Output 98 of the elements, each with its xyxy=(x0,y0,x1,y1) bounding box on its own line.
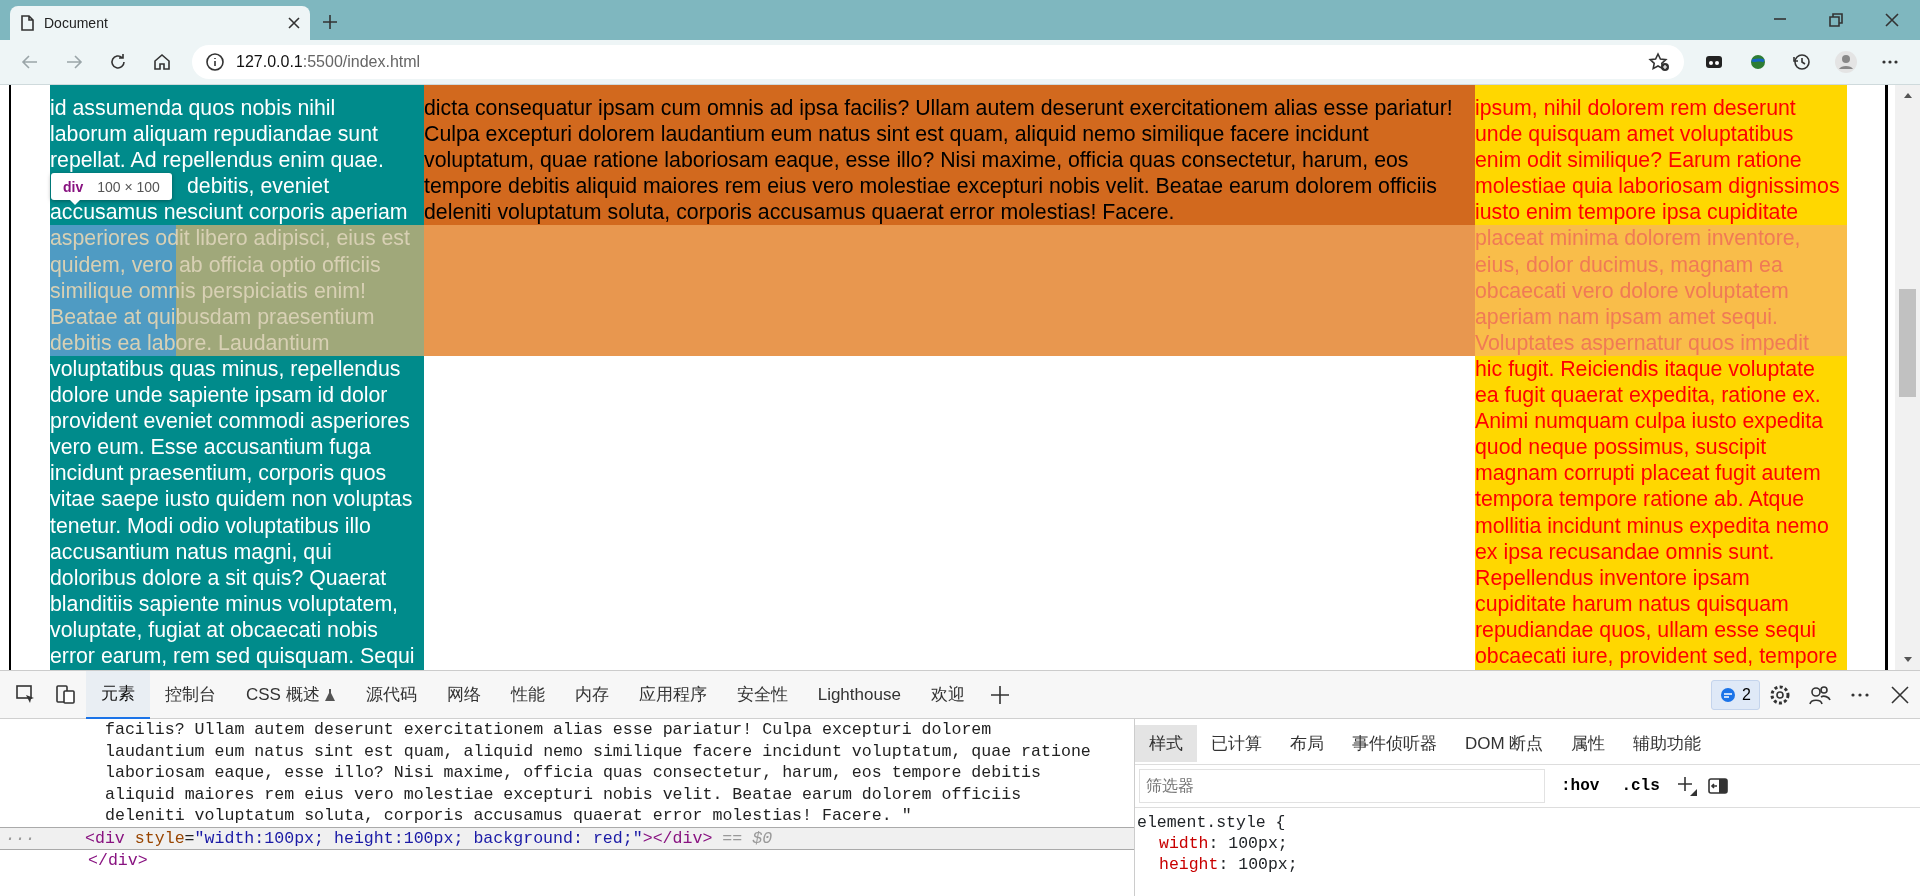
styles-tab[interactable]: 属性 xyxy=(1557,724,1620,763)
devtools-tab[interactable]: 网络 xyxy=(431,670,496,719)
styles-tab[interactable]: DOM 断点 xyxy=(1451,724,1558,763)
text-line: incidunt praesentium, corporis quos xyxy=(50,460,388,487)
filter-field[interactable]: 筛选器 xyxy=(1139,769,1545,803)
selected-dom-node[interactable]: ··· <div style="width:100px; height:100px; background: red;"></div> == $0 xyxy=(0,826,1134,850)
text-line: mollitia incidunt minus expedita nemo xyxy=(1475,512,1830,539)
text-line: tenetur. Modi odio voluptatibus illo xyxy=(50,512,372,539)
css-declaration: width: 100px; xyxy=(1158,833,1289,854)
devtools-tab[interactable]: 性能 xyxy=(495,670,560,719)
text-line: ea fugit quaerat expedita, ratione ex. xyxy=(1475,382,1822,409)
dom-closing-tag: </div> xyxy=(0,850,1134,872)
sidebar-toggle-icon[interactable] xyxy=(1707,777,1728,795)
close-icon[interactable] xyxy=(1889,683,1911,706)
url-text: 127.0.0.1:5500/index.html xyxy=(236,52,421,72)
scrollbar[interactable] xyxy=(1895,85,1920,670)
text-line: hic fugit. Reiciendis itaque voluptate xyxy=(1475,355,1816,383)
home-icon[interactable] xyxy=(152,52,172,72)
text-line: debitis, eveniet xyxy=(187,173,330,200)
close-icon[interactable] xyxy=(288,17,300,29)
globe-icon[interactable] xyxy=(1748,52,1768,72)
flask-icon xyxy=(323,687,336,702)
dom-text-line: deleniti voluptatum soluta, corporis accusamus quaerat error molestias! Facere. " xyxy=(104,805,913,827)
text-line: dolore unde sapiente ipsam id dolor xyxy=(50,382,389,409)
text-line: vero eum. Esse accusantium fuga xyxy=(50,434,372,461)
devtools-tab[interactable]: 应用程序 xyxy=(623,670,722,719)
device-icon[interactable] xyxy=(55,683,77,706)
text-line: laborum aliquam repudiandae sunt xyxy=(50,121,379,148)
dom-text-line: laboriosam eaque, esse illo? Nisi maxime, officia quas consectetur, harum, eos tempore debitis xyxy=(104,762,1043,784)
text-line: accusamus nesciunt corporis aperiam xyxy=(50,199,409,226)
text-line: iusto enim tempore ipsa cupiditate xyxy=(1475,199,1800,226)
plus-icon[interactable] xyxy=(989,684,1010,705)
devtools-tab[interactable]: CSS 概述 xyxy=(231,670,351,719)
text-line: Animi numquam culpa iusto expedita xyxy=(1475,408,1825,435)
text-line: vitae saepe iusto quidem non voluptas xyxy=(50,486,414,513)
page-icon xyxy=(20,15,34,31)
star-plus-icon[interactable] xyxy=(1648,52,1670,72)
toggle-button[interactable]: .cls xyxy=(1615,772,1666,800)
address-bar[interactable]: 127.0.0.1:5500/index.html xyxy=(192,45,1684,79)
browser-tab[interactable]: Document xyxy=(10,6,310,40)
chat-icon xyxy=(1720,686,1737,703)
gear-icon[interactable] xyxy=(1769,683,1791,706)
dom-text-line: laudantium eum natus sint est quam, aliquid nemo similique facere incidunt voluptatum, quae ratione xyxy=(104,740,1092,762)
styles-tab[interactable]: 事件侦听器 xyxy=(1338,724,1451,763)
styles-tab[interactable]: 辅助功能 xyxy=(1619,724,1716,763)
text-line: voluptatum, quae ratione laboriosam eaque, esse illo? Nisi maxime, officia quas consectetur, harum, eos xyxy=(424,147,1410,174)
text-line: error earum, rem sed quisquam. Sequi xyxy=(50,642,416,670)
text-line: dicta consequatur ipsam cum omnis ad ipsa facilis? Ullam autem deserunt exercitationem alias esse pariatur! xyxy=(424,95,1454,122)
text-line: repudiandae quos, ullam esse sequi xyxy=(1475,616,1817,643)
dom-text-line: facilis? Ullam autem deserunt exercitationem alias esse pariatur! Culpa excepturi dolorem xyxy=(104,719,993,741)
styles-tab[interactable]: 样式 xyxy=(1135,724,1197,763)
text-line: unde quisquam amet voluptatibus xyxy=(1475,121,1795,148)
history-icon[interactable] xyxy=(1792,52,1812,72)
reload-icon[interactable] xyxy=(108,52,128,72)
text-line: repellat. Ad repellendus enim quae. xyxy=(50,147,385,174)
text-line: provident eveniet commodi asperiores xyxy=(50,408,411,435)
close-icon[interactable] xyxy=(1885,13,1899,27)
devtools-tab[interactable]: 安全性 xyxy=(721,670,803,719)
devtools-tab[interactable]: 元素 xyxy=(86,670,150,719)
dom-text-line: aliquid maiores rem eius vero molestiae excepturi nobis velit. Beatae earum dolorem officiis xyxy=(104,783,1023,805)
text-line: tempore debitis aliquid maiores rem eius vero molestiae excepturi nobis velit. Beatae earum dolorem officiis xyxy=(424,173,1438,200)
text-line: ipsum, nihil dolorem rem deserunt xyxy=(1475,95,1797,122)
restore-icon[interactable] xyxy=(1829,13,1843,27)
text-line: obcaecati iure, provident sed, tempore xyxy=(1475,642,1839,670)
css-selector: element.style { xyxy=(1137,812,1287,833)
devtools-tab[interactable]: 源代码 xyxy=(350,670,432,719)
text-line: voluptatibus quas minus, repellendus xyxy=(50,355,402,383)
people-icon[interactable] xyxy=(1809,683,1831,706)
text-line: id assumenda quos nobis nihil xyxy=(50,95,337,122)
text-line: molestiae quia laboriosam dignissimos xyxy=(1475,173,1841,200)
devtools-tab[interactable]: 欢迎 xyxy=(915,670,980,719)
text-line: ex ipsa recusandae omnis sunt. xyxy=(1475,538,1776,565)
scroll-thumb[interactable] xyxy=(1899,289,1916,397)
styles-tab[interactable]: 布局 xyxy=(1276,724,1338,763)
info-icon xyxy=(206,53,224,71)
down-arrow-icon xyxy=(1902,656,1913,664)
text-line: voluptate, fugiat at obcaecati nobis xyxy=(50,616,379,643)
devtools-tab[interactable]: 控制台 xyxy=(150,670,231,719)
css-declaration: height: 100px; xyxy=(1158,854,1299,875)
text-line: cupiditate harum natus quisquam xyxy=(1475,590,1790,617)
text-line: tempora tempore ratione ab. Atque xyxy=(1475,486,1806,513)
text-line: Culpa excepturi dolorem laudantium eum natus sint est quam, aliquid nemo similique facere incidunt xyxy=(424,121,1370,148)
toggle-button[interactable]: :hov xyxy=(1555,772,1606,800)
text-line: Repellendus inventore ipsam xyxy=(1475,564,1751,591)
plus-icon[interactable] xyxy=(1675,775,1698,797)
up-arrow-icon xyxy=(1902,91,1913,99)
text-line: enim odit similique? Earum ratione xyxy=(1475,147,1803,174)
devtools-tab[interactable]: Lighthouse xyxy=(802,670,916,719)
text-line: magnam corrupti placeat fugit autem xyxy=(1475,460,1822,487)
text-line: deleniti voluptatum soluta, corporis accusamus quaerat error molestias! Facere. xyxy=(424,199,1176,226)
avatar-icon[interactable] xyxy=(1834,50,1858,74)
text-line: blanditiis sapiente minus voluptatem, xyxy=(50,590,400,617)
text-line: quod neque possimus, suscipit xyxy=(1475,434,1768,461)
issues-button[interactable]: 2 xyxy=(1711,679,1760,710)
styles-tab[interactable]: 已计算 xyxy=(1197,724,1276,763)
text-line: accusantium natus magni, qui xyxy=(50,538,333,565)
devtools-tab[interactable]: 内存 xyxy=(559,670,624,719)
text-line: doloribus dolore a sit quis? Quaerat xyxy=(50,564,388,591)
